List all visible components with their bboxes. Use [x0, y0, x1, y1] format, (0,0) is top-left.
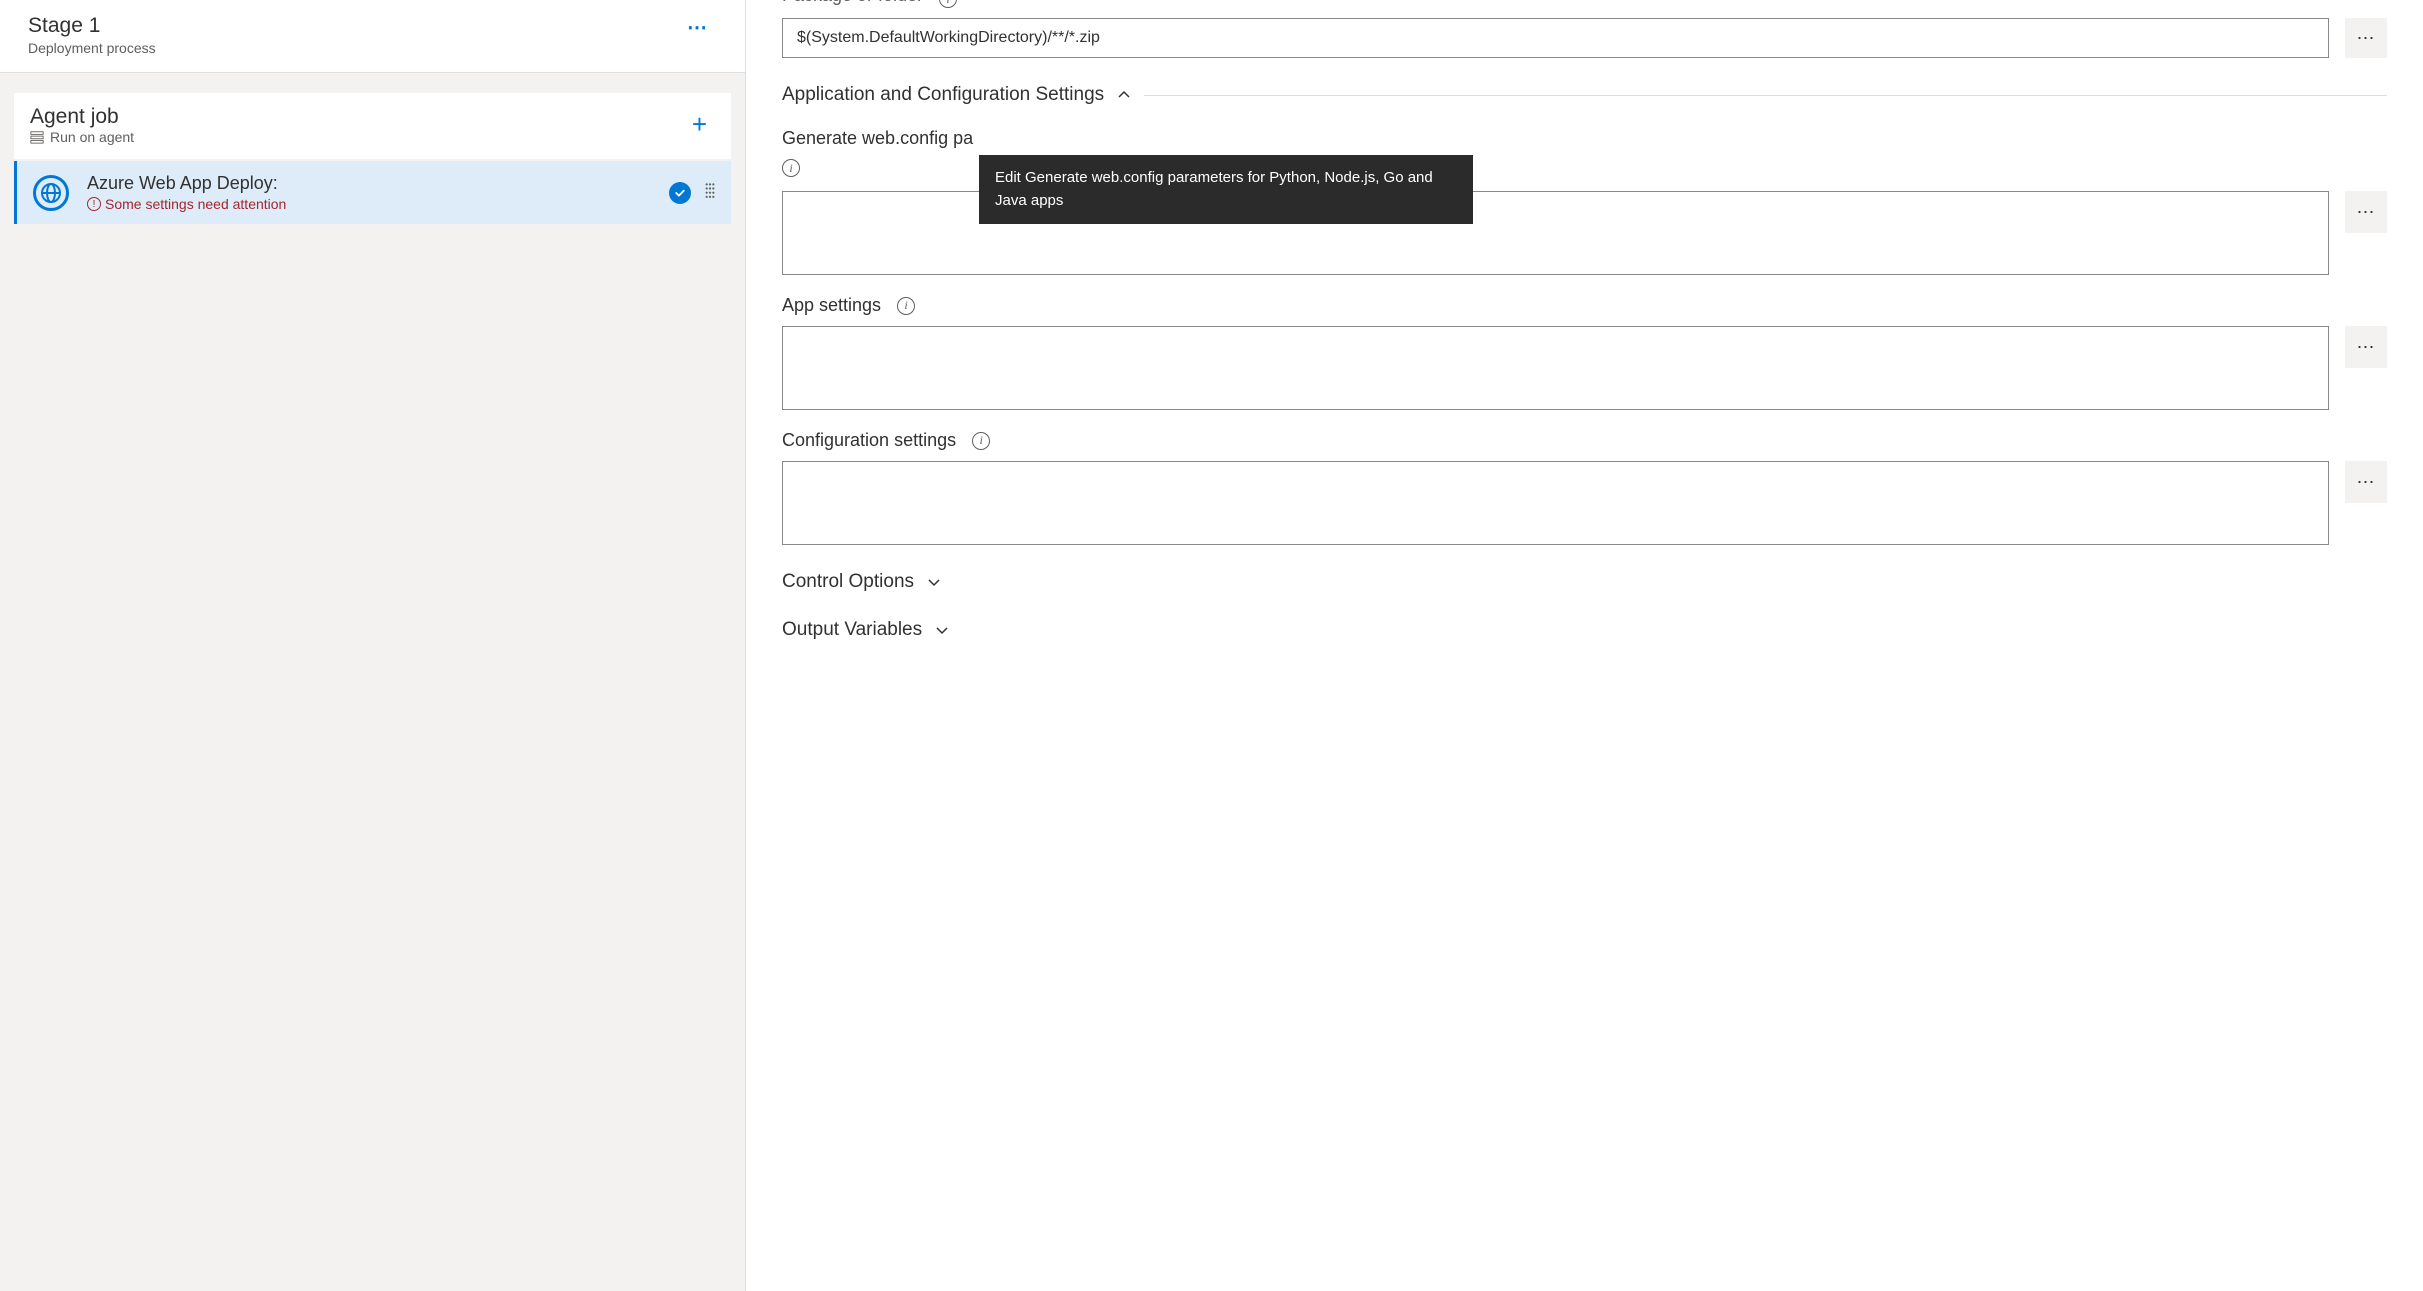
config-settings-edit-button[interactable]: ⋯: [2345, 461, 2387, 503]
config-settings-label: Configuration settings: [782, 430, 956, 451]
chevron-down-icon: [926, 574, 942, 590]
webconfig-label: Generate web.config pa: [782, 128, 973, 149]
stage-title: Stage 1: [28, 14, 156, 38]
package-browse-button[interactable]: ⋯: [2345, 18, 2387, 58]
warning-icon: !: [87, 197, 101, 211]
info-icon[interactable]: i: [897, 297, 915, 315]
agent-job-title: Agent job: [30, 105, 134, 129]
task-status-badge: [669, 182, 691, 204]
app-settings-input[interactable]: [782, 326, 2329, 410]
task-item-azure-deploy[interactable]: Azure Web App Deploy: ! Some settings ne…: [14, 161, 731, 224]
section-app-config[interactable]: Application and Configuration Settings: [782, 84, 2387, 106]
agent-job-card[interactable]: Agent job Run on agent +: [14, 93, 731, 159]
chevron-down-icon: [934, 622, 950, 638]
app-settings-label: App settings: [782, 295, 881, 316]
add-task-button[interactable]: +: [684, 105, 715, 144]
stage-header: Stage 1 Deployment process ⋯: [0, 0, 745, 73]
section-control-options[interactable]: Control Options: [782, 571, 2387, 593]
info-icon[interactable]: i: [782, 159, 800, 177]
task-title: Azure Web App Deploy:: [87, 173, 669, 194]
tooltip: Edit Generate web.config parameters for …: [979, 155, 1473, 224]
section-output-variables[interactable]: Output Variables: [782, 619, 2387, 641]
left-panel: Stage 1 Deployment process ⋯ Agent job R…: [0, 0, 746, 1291]
task-body: Azure Web App Deploy: ! Some settings ne…: [87, 173, 669, 212]
app-settings-edit-button[interactable]: ⋯: [2345, 326, 2387, 368]
webconfig-edit-button[interactable]: ⋯: [2345, 191, 2387, 233]
agent-job-subtitle: Run on agent: [30, 129, 134, 145]
stage-more-button[interactable]: ⋯: [679, 14, 717, 42]
azure-webapp-icon: [33, 175, 69, 211]
info-icon[interactable]: i: [972, 432, 990, 450]
package-input[interactable]: [782, 18, 2329, 58]
config-settings-input[interactable]: [782, 461, 2329, 545]
package-label: Package or folder: [782, 0, 923, 6]
stage-subtitle: Deployment process: [28, 40, 156, 56]
info-icon[interactable]: i: [939, 0, 957, 8]
task-warning: ! Some settings need attention: [87, 196, 669, 212]
chevron-up-icon: [1116, 87, 1132, 103]
drag-handle-icon[interactable]: [705, 181, 715, 204]
agent-icon: [30, 130, 44, 144]
